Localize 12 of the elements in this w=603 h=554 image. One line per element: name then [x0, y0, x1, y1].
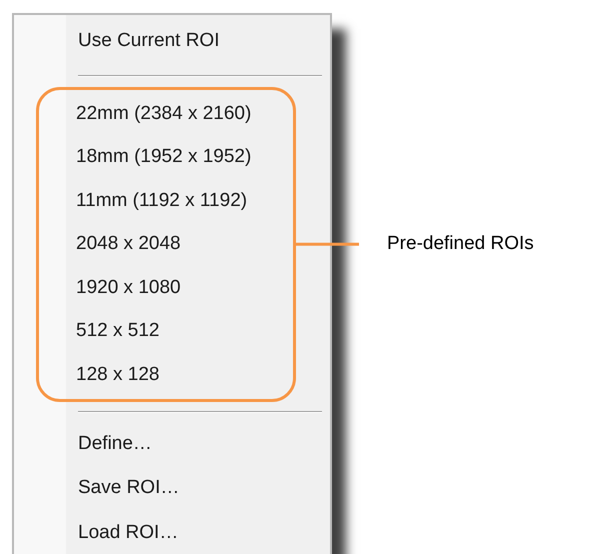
- menu-item[interactable]: Save ROI…: [14, 466, 330, 510]
- menu-item[interactable]: Load ROI…: [14, 510, 330, 554]
- menu-item[interactable]: 22mm (2384 x 2160): [39, 92, 293, 136]
- menu-item[interactable]: 18mm (1952 x 1952): [39, 136, 293, 179]
- menu-item[interactable]: 512 x 512: [39, 310, 293, 353]
- callout-label: Pre-defined ROIs: [387, 232, 534, 256]
- menu-item[interactable]: Use Current ROI: [14, 19, 330, 63]
- menu-item[interactable]: Define…: [14, 422, 330, 466]
- menu-item[interactable]: 1920 x 1080: [39, 266, 293, 310]
- menu-item[interactable]: 2048 x 2048: [39, 222, 293, 266]
- menu-item[interactable]: 11mm (1192 x 1192): [39, 179, 293, 222]
- menu-item[interactable]: 128 x 128: [39, 353, 293, 396]
